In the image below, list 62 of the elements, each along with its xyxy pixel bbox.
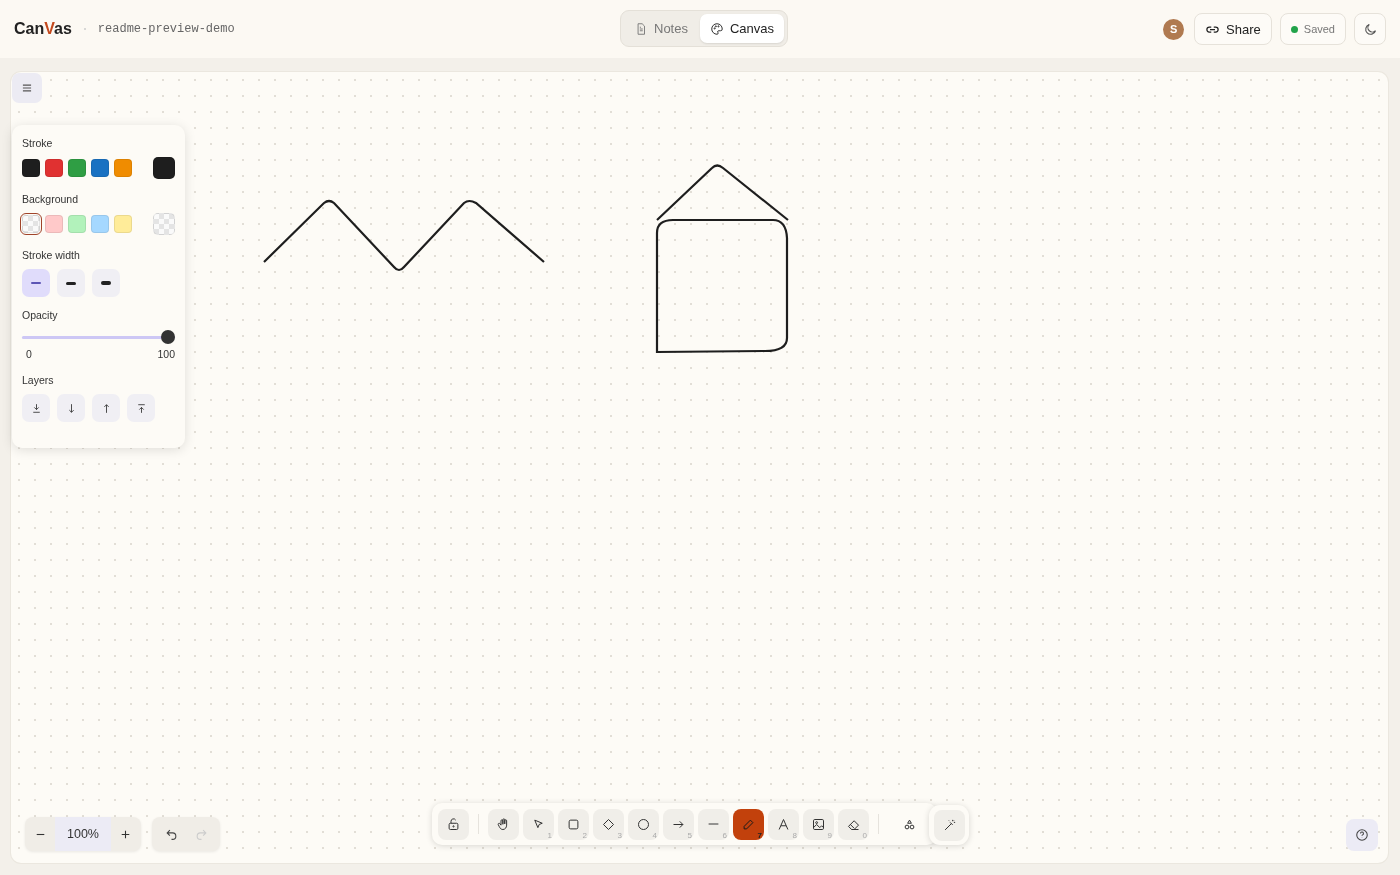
color-swatch[interactable] [45, 159, 63, 177]
slider-max-label: 100 [157, 348, 175, 360]
color-swatch[interactable] [22, 215, 40, 233]
palette-icon [709, 21, 724, 36]
color-swatch[interactable] [114, 159, 132, 177]
menu-button[interactable] [12, 73, 42, 103]
color-swatch[interactable] [114, 215, 132, 233]
letter-icon [776, 816, 791, 832]
menu-icon [20, 81, 34, 95]
padlock-icon [446, 816, 461, 832]
help-button[interactable] [1346, 819, 1378, 851]
shortcut-number: 7 [757, 830, 762, 840]
line-icon [708, 823, 719, 825]
zoom-level-button[interactable]: 100% [55, 817, 111, 851]
view-tab[interactable]: Notes [624, 14, 698, 43]
stroke-width-button[interactable] [92, 269, 120, 297]
current-color-swatch[interactable] [153, 157, 175, 179]
save-status: Saved [1279, 13, 1346, 45]
color-swatch[interactable] [22, 159, 40, 177]
stroke-width-button[interactable] [57, 269, 85, 297]
image-icon [811, 816, 826, 832]
opacity-slider[interactable] [22, 330, 175, 344]
section-label: Opacity [22, 309, 59, 321]
color-swatch[interactable] [91, 159, 109, 177]
diamond-icon [601, 816, 616, 832]
shortcut-number: 2 [582, 830, 587, 840]
document-icon [634, 21, 648, 36]
pencil-tool-button[interactable]: 7 [733, 808, 764, 840]
moon-icon [1362, 21, 1378, 37]
help-icon [1355, 828, 1369, 842]
view-tab[interactable]: Canvas [699, 14, 785, 43]
color-swatch[interactable] [91, 215, 109, 233]
redo-icon [194, 827, 208, 841]
line-tool-button[interactable]: 6 [698, 808, 729, 840]
shortcut-number: 4 [652, 830, 657, 840]
section-label: Stroke width [22, 249, 81, 261]
current-color-swatch[interactable] [153, 213, 175, 235]
undo-icon [164, 827, 178, 841]
square-icon [566, 816, 581, 832]
slider-min-label: 0 [26, 348, 32, 360]
arrow-tool-button[interactable]: 5 [663, 808, 694, 840]
color-swatch[interactable] [68, 159, 86, 177]
shortcut-number: 5 [687, 830, 692, 840]
circle-icon [636, 816, 651, 832]
layer-order-button[interactable] [22, 394, 50, 422]
ellipse-tool-button[interactable]: 4 [628, 808, 659, 840]
section-label: Background [22, 193, 80, 205]
layer-order-button[interactable] [127, 394, 155, 422]
rectangle-tool-button[interactable]: 2 [558, 808, 589, 840]
shortcut-number: 6 [722, 830, 727, 840]
section-label: Stroke [22, 137, 54, 149]
share-button[interactable]: Share [1194, 13, 1272, 45]
file-name: readme-preview-demo [97, 22, 235, 36]
hand-tool-button[interactable] [488, 808, 519, 840]
color-swatch[interactable] [45, 215, 63, 233]
slider-handle[interactable] [161, 330, 175, 344]
color-swatch[interactable] [68, 215, 86, 233]
section-label: Layers [22, 374, 55, 386]
user-avatar[interactable]: S [1163, 18, 1185, 40]
theme-toggle-button[interactable] [1354, 13, 1386, 45]
logo: CanVas [14, 20, 72, 38]
lock-tool-button[interactable] [438, 808, 469, 840]
